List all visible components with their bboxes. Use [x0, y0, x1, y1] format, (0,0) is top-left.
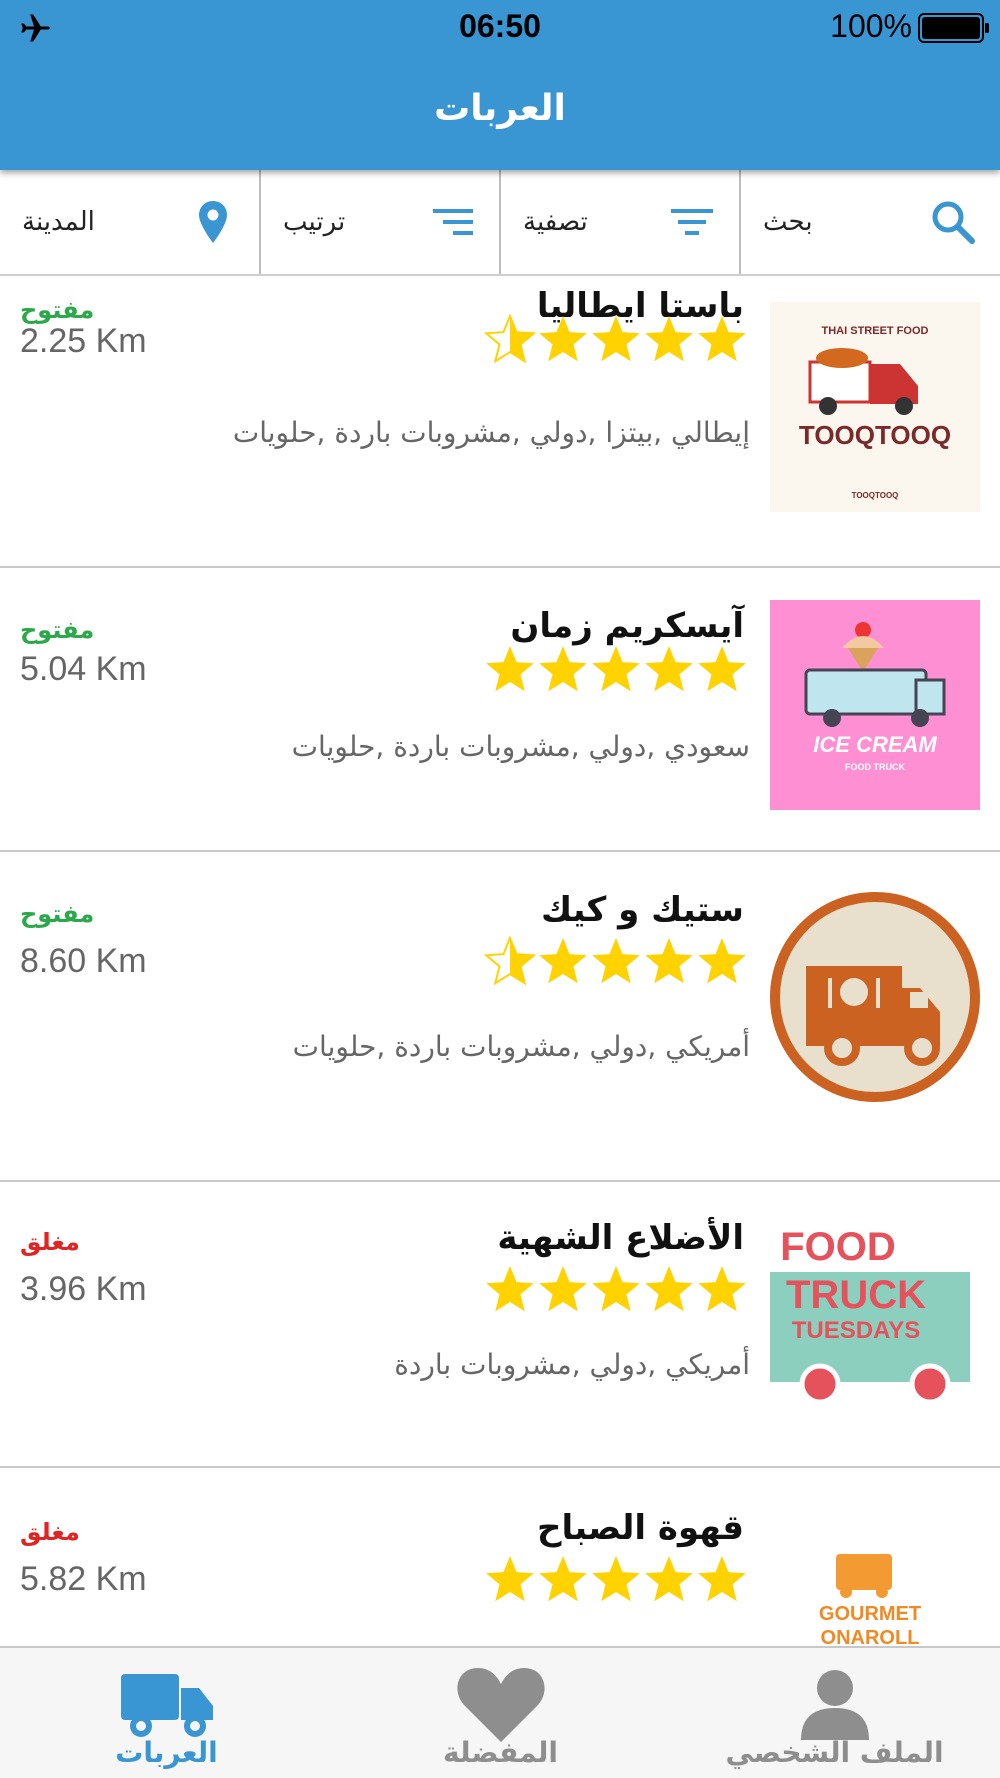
star-icon: [698, 646, 746, 692]
star-icon: [484, 936, 537, 986]
status-badge: مغلق: [20, 1228, 80, 1256]
distance: 5.04 Km: [20, 650, 147, 688]
star-icon: [539, 646, 587, 692]
location-pin-icon: [199, 201, 227, 243]
cuisine-tags: إيطالي ,بيتزا ,دولي ,مشروبات باردة ,حلوي…: [232, 416, 750, 449]
star-icon: [645, 938, 693, 984]
sort-label: ترتيب: [283, 207, 346, 237]
city-label: المدينة: [22, 207, 95, 237]
battery-icon: [918, 13, 989, 43]
truck-name: قهوة الصباح: [536, 1508, 744, 1548]
truck-logo-tooqtooq: THAI STREET FOOD TOOQTOOQ TOOQTOOQ: [770, 302, 980, 512]
logo-text: FOOD: [780, 1225, 896, 1269]
search-icon: [932, 201, 975, 244]
cuisine-tags: أمريكي ,دولي ,مشروبات باردة: [394, 1348, 750, 1381]
truck-row[interactable]: GOURMET ONAROLL قهوة الصباح مغلق 5.82 Km: [0, 1468, 1000, 1646]
star-icon: [698, 1556, 746, 1602]
app-header: 06:50 100% العربات: [0, 0, 1000, 170]
status-badge: مفتوح: [20, 616, 95, 644]
truck-logo-food-truck-tuesdays: FOOD TRUCK TUESDAYS: [770, 1212, 980, 1422]
truck-name: ستيك و كيك: [541, 890, 744, 930]
star-icon: [698, 938, 746, 984]
logo-text: TUESDAYS: [792, 1317, 920, 1344]
star-icon: [698, 1266, 746, 1312]
rating-stars: [486, 1556, 746, 1602]
city-button[interactable]: المدينة: [0, 170, 260, 274]
rating-stars: [486, 1266, 746, 1312]
star-icon: [592, 1556, 640, 1602]
filter-icon: [671, 209, 713, 235]
star-icon: [484, 314, 537, 364]
distance: 8.60 Km: [20, 942, 147, 980]
sort-icon: [433, 209, 473, 235]
star-icon: [539, 938, 587, 984]
truck-logo-ice-cream: ICE CREAM FOOD TRUCK: [770, 600, 980, 810]
sort-button[interactable]: ترتيب: [261, 170, 499, 274]
star-icon: [486, 1266, 534, 1312]
star-icon: [539, 1266, 587, 1312]
logo-text: THAI STREET FOOD: [822, 325, 929, 337]
status-badge: مغلق: [20, 1518, 80, 1546]
star-icon: [486, 1556, 534, 1602]
truck-logo-gourmet: GOURMET ONAROLL: [770, 1548, 980, 1646]
star-icon: [592, 1266, 640, 1312]
star-icon: [645, 1556, 693, 1602]
cuisine-tags: أمريكي ,دولي ,مشروبات باردة ,حلويات: [292, 1030, 750, 1063]
tab-profile[interactable]: الملف الشخصي: [668, 1648, 1000, 1778]
truck-logo-circle: [770, 892, 980, 1102]
logo-text: ONAROLL: [821, 1627, 920, 1646]
search-label: بحث: [763, 207, 813, 237]
truck-row[interactable]: ICE CREAM FOOD TRUCK آيسكريم زمان مفتوح …: [0, 568, 1000, 852]
distance: 2.25 Km: [20, 322, 147, 360]
logo-text: TRUCK: [786, 1273, 926, 1317]
rating-stars: [486, 646, 746, 692]
truck-row[interactable]: THAI STREET FOOD TOOQTOOQ TOOQTOOQ باستا…: [0, 276, 1000, 568]
filter-toolbar: المدينة ترتيب تصفية بحث: [0, 170, 1000, 276]
star-icon: [645, 646, 693, 692]
status-badge: مفتوح: [20, 900, 95, 928]
rating-stars: [484, 936, 746, 986]
truck-list[interactable]: THAI STREET FOOD TOOQTOOQ TOOQTOOQ باستا…: [0, 276, 1000, 1646]
filter-button[interactable]: تصفية: [501, 170, 739, 274]
filter-label: تصفية: [523, 207, 588, 237]
rating-stars: [484, 314, 746, 364]
logo-text: TOOQTOOQ: [799, 420, 951, 450]
heart-icon: [456, 1668, 545, 1742]
star-icon: [592, 646, 640, 692]
distance: 5.82 Km: [20, 1560, 147, 1598]
star-icon: [592, 316, 640, 362]
cuisine-tags: سعودي ,دولي ,مشروبات باردة ,حلويات: [291, 730, 750, 763]
truck-row[interactable]: ستيك و كيك مفتوح 8.60 Km أمريكي ,دولي ,م…: [0, 852, 1000, 1182]
truck-row[interactable]: FOOD TRUCK TUESDAYS الأضلاع الشهية مغلق …: [0, 1182, 1000, 1468]
star-icon: [645, 1266, 693, 1312]
tab-label: المفضلة: [442, 1736, 559, 1769]
star-icon: [539, 316, 587, 362]
status-badge: مفتوح: [20, 296, 95, 324]
distance: 3.96 Km: [20, 1270, 147, 1308]
tab-label: الملف الشخصي: [725, 1736, 944, 1769]
truck-icon: [120, 1674, 213, 1737]
logo-text: TOOQTOOQ: [852, 491, 899, 500]
status-bar: 06:50 100%: [0, 0, 1000, 56]
bottom-tab-bar: الملف الشخصي المفضلة العربات: [0, 1646, 1000, 1778]
star-icon: [698, 316, 746, 362]
star-icon: [645, 316, 693, 362]
star-icon: [592, 938, 640, 984]
truck-name: الأضلاع الشهية: [497, 1218, 744, 1258]
star-icon: [539, 1556, 587, 1602]
battery-percentage: 100%: [830, 8, 912, 44]
logo-text: FOOD TRUCK: [845, 762, 905, 772]
logo-text: GOURMET: [819, 1603, 921, 1625]
logo-text: ICE CREAM: [813, 732, 937, 757]
star-icon: [486, 646, 534, 692]
tab-favorites[interactable]: المفضلة: [334, 1648, 667, 1778]
search-button[interactable]: بحث: [741, 170, 1000, 274]
page-title: العربات: [434, 88, 566, 129]
person-icon: [800, 1670, 869, 1740]
truck-name: آيسكريم زمان: [510, 606, 744, 646]
tab-trucks[interactable]: العربات: [0, 1648, 333, 1778]
tab-label: العربات: [115, 1736, 218, 1769]
